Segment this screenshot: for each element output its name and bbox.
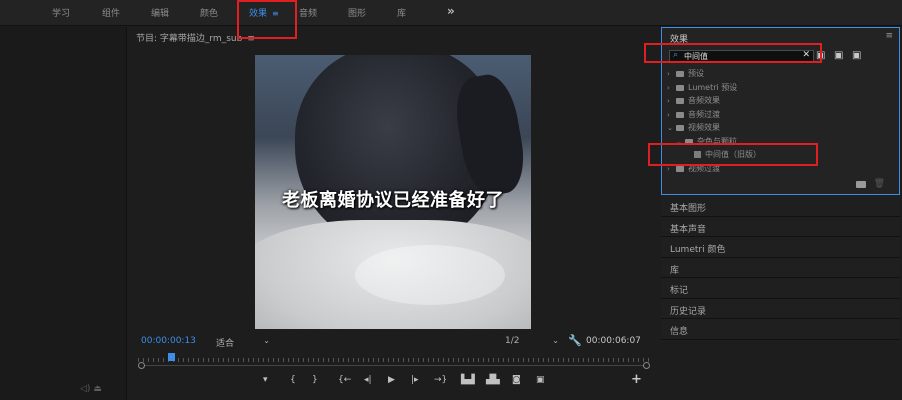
chevron-right-icon: › xyxy=(667,83,670,92)
tree-item-audio-effects[interactable]: › 音频效果 xyxy=(667,95,897,109)
workspace-tab-audio[interactable]: 音频 xyxy=(299,6,317,19)
zoom-fit-select[interactable]: 适合 ⌄ xyxy=(216,336,270,349)
playback-resolution-select[interactable]: 1/2 ⌄ xyxy=(505,336,559,346)
left-panel: ◁) ⏏ xyxy=(0,27,127,400)
scrollbar-right-handle[interactable] xyxy=(643,362,650,369)
video-subtitle: 老板离婚协议已经准备好了 xyxy=(282,190,504,211)
workspace-tab-graphics[interactable]: 图形 xyxy=(348,6,366,19)
tree-item-audio-transitions[interactable]: › 音频过渡 xyxy=(667,109,897,123)
mark-in-button[interactable]: { xyxy=(290,375,296,385)
tree-item-presets[interactable]: › 预设 xyxy=(667,68,897,82)
chevron-down-icon: ⌄ xyxy=(263,336,270,345)
32bit-effects-icon[interactable]: ▣ xyxy=(834,50,843,61)
panel-libraries[interactable]: 库 xyxy=(661,257,900,278)
folder-icon xyxy=(676,98,684,104)
tree-item-lumetri-presets[interactable]: › Lumetri 预设 xyxy=(667,82,897,96)
go-to-in-button[interactable]: {← xyxy=(338,375,351,385)
workspace-bar: 学习 组件 编辑 颜色 效果 ≡ 音频 图形 库 » xyxy=(0,0,902,26)
insert-button[interactable]: ▙▟ xyxy=(461,375,475,385)
go-to-out-button[interactable]: →} xyxy=(434,375,447,385)
tree-item-video-effects[interactable]: ⌄ 视频效果 xyxy=(667,122,897,136)
zoom-fit-value: 适合 xyxy=(216,339,235,349)
add-marker-button[interactable]: ▾ xyxy=(263,375,268,385)
audio-meter-icons[interactable]: ◁) ⏏ xyxy=(80,384,102,394)
playhead-marker[interactable] xyxy=(168,353,175,361)
annotation-search-box xyxy=(644,43,822,63)
playhead-timecode[interactable]: 00:00:00:13 xyxy=(141,336,196,346)
button-editor-add-button[interactable]: + xyxy=(631,372,642,387)
play-button[interactable]: ▶ xyxy=(388,375,395,385)
workspace-tab-assembly[interactable]: 组件 xyxy=(102,6,120,19)
annotation-median-effect xyxy=(648,143,818,166)
panel-essential-sound[interactable]: 基本声音 xyxy=(661,216,900,237)
new-bin-icon[interactable] xyxy=(856,181,866,188)
panel-list: 基本图形 基本声音 Lumetri 颜色 库 标记 历史记录 信息 xyxy=(661,196,900,340)
panel-markers[interactable]: 标记 xyxy=(661,278,900,299)
workspace-tab-libraries[interactable]: 库 xyxy=(397,6,406,19)
video-bedsheet-highlight xyxy=(355,245,505,305)
step-forward-button[interactable]: |▸ xyxy=(411,375,419,385)
tree-item-label: Lumetri 预设 xyxy=(688,82,738,92)
yuv-effects-icon[interactable]: ▣ xyxy=(852,50,861,61)
wrench-icon[interactable]: 🔧 xyxy=(568,334,582,347)
effects-panel-menu-icon[interactable]: ≡ xyxy=(885,31,893,41)
folder-icon xyxy=(676,84,684,91)
folder-icon xyxy=(676,71,684,77)
playback-resolution-value: 1/2 xyxy=(505,336,520,346)
panel-info[interactable]: 信息 xyxy=(661,319,900,340)
tree-item-label: 预设 xyxy=(688,69,704,78)
scrollbar-left-handle[interactable] xyxy=(138,362,145,369)
folder-icon xyxy=(676,111,684,118)
zoom-scrollbar[interactable] xyxy=(138,362,650,369)
sequence-duration: 00:00:06:07 xyxy=(586,336,641,346)
program-title-label: 节目: 字幕带描边_rm_sub xyxy=(136,34,243,44)
overwrite-button[interactable]: ▟▙ xyxy=(486,375,500,385)
annotation-effects-tab xyxy=(237,0,297,39)
chevron-down-icon: ⌄ xyxy=(552,336,559,345)
tree-item-label: 视频效果 xyxy=(688,123,720,132)
tree-item-label: 音频效果 xyxy=(688,96,720,105)
program-monitor: 节目: 字幕带描边_rm_sub ≡ 老板离婚协议已经准备好了 00:00:00:… xyxy=(128,27,660,400)
workspace-tab-editing[interactable]: 编辑 xyxy=(151,6,169,19)
folder-icon xyxy=(676,165,684,172)
effects-footer: 🗑 xyxy=(662,179,899,191)
step-back-button[interactable]: ◂| xyxy=(364,375,372,385)
mark-out-button[interactable]: } xyxy=(312,375,318,385)
chevron-right-icon: › xyxy=(667,110,670,119)
workspace-tab-learn[interactable]: 学习 xyxy=(52,6,70,19)
panel-history[interactable]: 历史记录 xyxy=(661,298,900,319)
more-workspaces-icon[interactable]: » xyxy=(447,4,455,18)
panel-essential-graphics[interactable]: 基本图形 xyxy=(661,196,900,217)
monitor-controls: 00:00:00:13 适合 ⌄ 1/2 ⌄ 🔧 00:00:06:07 xyxy=(128,334,660,350)
panel-lumetri-color[interactable]: Lumetri 颜色 xyxy=(661,237,900,258)
trash-icon[interactable]: 🗑 xyxy=(874,179,885,189)
video-preview[interactable]: 老板离婚协议已经准备好了 xyxy=(255,55,531,329)
time-ruler[interactable] xyxy=(138,352,650,362)
comparison-view-button[interactable]: ▣ xyxy=(536,375,545,385)
workspace-tab-color[interactable]: 颜色 xyxy=(200,6,218,19)
chevron-down-icon: ⌄ xyxy=(667,124,673,132)
chevron-right-icon: › xyxy=(667,97,670,105)
tree-item-label: 音频过渡 xyxy=(688,109,720,119)
folder-icon xyxy=(676,125,684,131)
export-frame-button[interactable]: ◙ xyxy=(512,375,521,385)
scrollbar-line xyxy=(144,365,644,366)
chevron-right-icon: › xyxy=(667,70,670,78)
